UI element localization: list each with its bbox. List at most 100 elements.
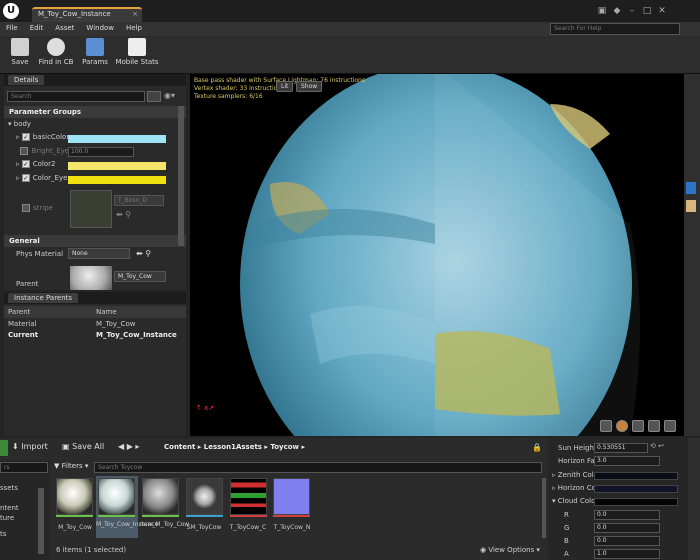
bright-eye-field[interactable]: 100.0 [68, 147, 134, 157]
phys-material-arrow-icon[interactable]: ⬅ ⚲ [136, 249, 151, 258]
sources-filter-input[interactable]: rs [0, 462, 48, 473]
find-in-cb-button[interactable]: Find in CB [38, 38, 74, 72]
lit-button[interactable]: Lit [276, 81, 294, 92]
minimize-icon[interactable]: – [626, 5, 638, 17]
parent-thumbnail[interactable] [70, 266, 112, 290]
lock-icon[interactable]: 🔒 [532, 443, 542, 452]
horizon-far-field[interactable]: 3.0 [594, 456, 660, 466]
filters-button[interactable]: ▼ Filters ▾ [54, 462, 88, 470]
help-search-input[interactable]: Search For Help [550, 23, 680, 35]
param-stripe[interactable]: stripe [22, 204, 53, 216]
basiccolor-swatch[interactable] [68, 135, 166, 143]
show-button[interactable]: Show [296, 81, 323, 92]
source-item[interactable]: ts [0, 530, 6, 542]
channel-g-field[interactable]: 0.0 [594, 523, 660, 533]
details-scrollbar[interactable] [178, 106, 184, 246]
view-options-button[interactable]: ◉ View Options ▾ [480, 546, 540, 554]
horizon-color-label[interactable]: ▹ Horizon Co [552, 484, 596, 496]
asset-thumbnail-t-toycow-n[interactable] [273, 478, 310, 515]
menu-help[interactable]: Help [120, 22, 148, 34]
eye-icon[interactable]: ◉▾ [164, 91, 182, 102]
color-eye-swatch[interactable] [68, 176, 166, 184]
source-item[interactable]: ture [0, 514, 14, 526]
parent-dropdown[interactable]: M_Toy_Cow [114, 271, 166, 282]
bright-eye-checkbox[interactable] [20, 147, 29, 155]
channel-r-field[interactable]: 0.0 [594, 510, 660, 520]
stripe-texture-dropdown[interactable]: T_Bosn_D [114, 195, 164, 206]
cloud-color-label[interactable]: ▾ Cloud Color [552, 497, 598, 509]
instance-parents-tab[interactable]: Instance Parents [8, 293, 79, 303]
table-row[interactable]: Current M_Toy_Cow_Instance [6, 331, 186, 343]
color-eye-checkbox[interactable]: ✓ [21, 174, 30, 182]
params-button[interactable]: Params [80, 38, 110, 72]
phys-material-dropdown[interactable]: None [68, 248, 130, 259]
sources-scrollbar[interactable] [38, 488, 44, 554]
channel-b-field[interactable]: 0.0 [594, 536, 660, 546]
save-button[interactable]: Save [6, 38, 34, 72]
asset-type-bar [56, 515, 93, 517]
param-color2[interactable]: ▹ ✓ Color2 [16, 160, 55, 172]
asset-thumbnail-m-toy-cow[interactable] [56, 478, 93, 515]
asset-thumbnail-m-toy-cow-instance[interactable] [98, 478, 135, 515]
plane-icon[interactable] [632, 420, 644, 432]
asset-thumbnail-new-m-toy-cow[interactable] [142, 478, 179, 515]
close-tab-icon[interactable]: × [132, 10, 138, 18]
assets-scrollbar[interactable] [542, 478, 546, 538]
param-basiccolor[interactable]: ▹ ✓ basicColor [16, 133, 69, 145]
zenith-color-swatch[interactable] [594, 472, 678, 480]
cube-icon[interactable] [648, 420, 660, 432]
mobile-stats-label: Mobile Stats [115, 58, 159, 66]
breadcrumb-content[interactable]: Content [164, 443, 195, 451]
notification-icon[interactable]: ▣ [596, 5, 608, 17]
teapot-icon[interactable] [664, 420, 676, 432]
sphere-icon[interactable] [616, 420, 628, 432]
body-group[interactable]: ▾ body [8, 120, 31, 132]
details-tab[interactable]: Details [8, 75, 45, 85]
breadcrumb-toycow[interactable]: Toycow [270, 443, 299, 451]
details-search-input[interactable]: Search [7, 91, 145, 102]
asset-thumbnail-sm-toycow[interactable] [186, 478, 223, 515]
color2-swatch[interactable] [68, 162, 166, 170]
cloud-color-swatch[interactable] [594, 498, 678, 506]
zenith-color-label[interactable]: ▹ Zenith Colo [552, 471, 598, 483]
nav-arrows-icon[interactable]: ◀ ▶ ▸ [118, 442, 139, 451]
horizon-color-swatch[interactable] [594, 485, 678, 493]
stripe-arrow-icon[interactable]: ⬅ ⚲ [116, 210, 131, 219]
import-button[interactable]: ⬇ Import [12, 442, 48, 451]
row-label: Current [8, 331, 39, 339]
asset-thumbnail-t-toycow-c[interactable] [230, 478, 267, 515]
param-color-eye[interactable]: ▹ ✓ Color_Eye [16, 174, 67, 186]
cylinder-icon[interactable] [600, 420, 612, 432]
basiccolor-checkbox[interactable]: ✓ [21, 133, 30, 141]
close-window-icon[interactable]: ✕ [656, 5, 668, 17]
source-item[interactable]: ssets [0, 484, 18, 496]
mobile-stats-button[interactable]: Mobile Stats [114, 38, 160, 72]
editor-tab[interactable]: M_Toy_Cow_Instance × [32, 7, 142, 22]
save-all-button[interactable]: ▣ Save All [62, 442, 104, 451]
param-bright-eye[interactable]: Bright_Eye [16, 147, 69, 159]
reset-icon[interactable]: ⟲ ↩ [650, 442, 664, 450]
menu-asset[interactable]: Asset [49, 22, 80, 34]
menu-file[interactable]: File [0, 22, 24, 34]
stripe-checkbox[interactable] [22, 204, 30, 212]
general-header[interactable]: General [4, 235, 186, 247]
asset-search-input[interactable]: Search Toycow [94, 462, 542, 473]
menu-edit[interactable]: Edit [24, 22, 50, 34]
bookmark-icon[interactable]: ◆ [611, 5, 623, 17]
tan-swatch[interactable] [686, 200, 696, 212]
maximize-icon[interactable]: □ [641, 5, 653, 17]
menu-window[interactable]: Window [80, 22, 120, 34]
col-name[interactable]: Name [96, 308, 117, 316]
parameter-groups-header[interactable]: Parameter Groups [4, 106, 186, 118]
breadcrumb-lesson1assets[interactable]: Lesson1Assets [204, 443, 262, 451]
grid-view-icon[interactable] [147, 91, 161, 102]
add-new-button[interactable] [0, 440, 8, 456]
material-preview-viewport[interactable]: Base pass shader with Surface Lightmap: … [190, 74, 684, 436]
col-parent[interactable]: Parent [8, 308, 30, 316]
right-scrollbar[interactable] [688, 438, 700, 560]
color2-checkbox[interactable]: ✓ [21, 160, 30, 168]
stripe-texture-thumbnail[interactable] [70, 190, 112, 228]
sun-height-field[interactable]: 0.530551 [594, 443, 648, 453]
channel-a-field[interactable]: 1.0 [594, 549, 660, 559]
blue-swatch[interactable] [686, 182, 696, 194]
